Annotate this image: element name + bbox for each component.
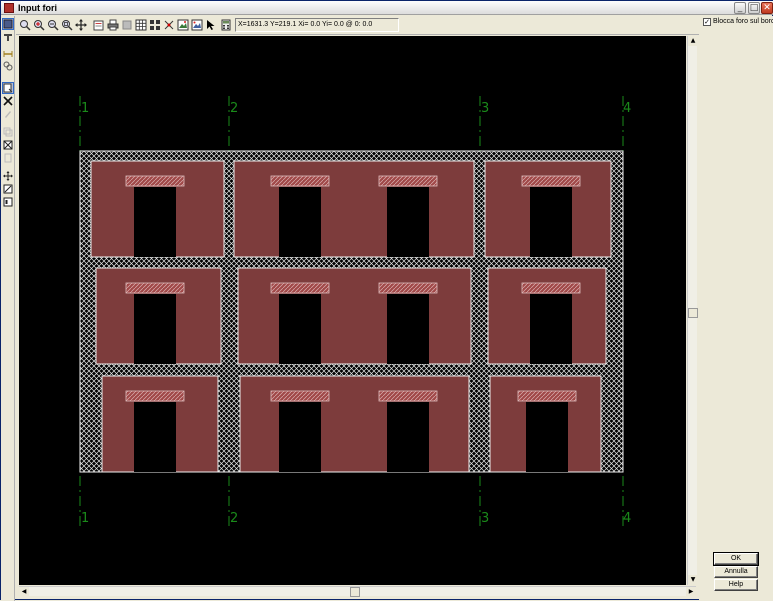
opening[interactable] bbox=[387, 187, 429, 257]
snap-point-icon[interactable] bbox=[163, 19, 175, 31]
horizontal-scrollbar[interactable]: ◀ ▶ bbox=[19, 586, 696, 597]
edit-disabled-icon bbox=[3, 109, 13, 119]
grid-label-2-bottom: 2 bbox=[230, 511, 238, 526]
wall-panel[interactable] bbox=[237, 267, 472, 365]
paste-disabled-icon bbox=[3, 153, 13, 163]
ok-button[interactable]: OK bbox=[713, 552, 759, 566]
lintel[interactable] bbox=[378, 282, 438, 294]
horizontal-scroll-thumb[interactable] bbox=[350, 587, 360, 597]
copy-disabled-icon bbox=[3, 127, 13, 137]
calc-icon[interactable] bbox=[220, 19, 232, 31]
maximize-button[interactable]: □ bbox=[748, 2, 760, 14]
wall-panel[interactable] bbox=[239, 375, 470, 473]
new-opening-icon[interactable] bbox=[2, 82, 14, 94]
drawing-canvas[interactable]: 1 2 3 4 1 2 3 4 bbox=[19, 36, 686, 585]
lintel[interactable] bbox=[270, 282, 330, 294]
lintel[interactable] bbox=[517, 390, 577, 402]
left-toolbar bbox=[1, 16, 15, 601]
grid-label-1-bottom: 1 bbox=[81, 511, 89, 526]
lintel[interactable] bbox=[125, 390, 185, 402]
lock-opening-label[interactable]: Blocca foro sul bordo bbox=[713, 17, 773, 27]
image-icon[interactable] bbox=[177, 19, 189, 31]
opening[interactable] bbox=[387, 294, 429, 364]
opening[interactable] bbox=[134, 187, 176, 257]
right-panel: ✓ Blocca foro sul bordo OK Annulla Help bbox=[699, 16, 773, 601]
zoom-all-icon[interactable] bbox=[61, 19, 73, 31]
opening[interactable] bbox=[279, 402, 321, 472]
level-icon[interactable] bbox=[3, 49, 13, 59]
input-fori-window: Input fori _ □ ✕ X=1631.3 Y=219.1 Xi= 0.… bbox=[0, 0, 773, 601]
grid-label-3-bottom: 3 bbox=[481, 511, 489, 526]
pointer-arrow-icon[interactable] bbox=[205, 19, 217, 31]
cancel-button[interactable]: Annulla bbox=[714, 566, 758, 578]
scroll-right-icon[interactable]: ▶ bbox=[686, 587, 696, 597]
lintel[interactable] bbox=[270, 390, 330, 402]
chain-icon[interactable] bbox=[3, 61, 13, 71]
lintel[interactable] bbox=[378, 390, 438, 402]
lintel[interactable] bbox=[378, 175, 438, 187]
opening[interactable] bbox=[530, 294, 572, 364]
move-icon[interactable] bbox=[3, 171, 13, 181]
lintel[interactable] bbox=[125, 282, 185, 294]
pointer-icon[interactable] bbox=[3, 32, 13, 42]
opening[interactable] bbox=[134, 402, 176, 472]
grid-label-4-top: 4 bbox=[623, 101, 631, 116]
help-button[interactable]: Help bbox=[714, 579, 758, 591]
grid-icon[interactable] bbox=[135, 19, 147, 31]
vertical-scrollbar[interactable]: ▲ ▼ bbox=[687, 36, 698, 585]
zoom-out-icon[interactable] bbox=[47, 19, 59, 31]
grid-label-3-top: 3 bbox=[481, 101, 489, 116]
grid-label-4-bottom: 4 bbox=[623, 511, 631, 526]
print-preview-icon[interactable] bbox=[93, 19, 105, 31]
pan-icon[interactable] bbox=[75, 19, 87, 31]
building-elevation-drawing[interactable]: 1 2 3 4 1 2 3 4 bbox=[19, 36, 686, 585]
opening[interactable] bbox=[526, 402, 568, 472]
title-bar[interactable]: Input fori _ □ ✕ bbox=[1, 1, 773, 15]
zoom-window-icon[interactable] bbox=[19, 19, 31, 31]
coordinates-readout: X=1631.3 Y=219.1 Xi= 0.0 Yi= 0.0 @ 0: 0.… bbox=[235, 18, 399, 32]
snap-icon[interactable] bbox=[149, 19, 161, 31]
delete-icon[interactable] bbox=[3, 96, 13, 106]
grid-label-1-top: 1 bbox=[81, 101, 89, 116]
properties-icon[interactable] bbox=[3, 197, 13, 207]
wall-panel[interactable] bbox=[233, 160, 475, 258]
app-icon bbox=[4, 3, 14, 13]
close-button[interactable]: ✕ bbox=[761, 2, 773, 14]
lintel[interactable] bbox=[521, 282, 581, 294]
minimize-button[interactable]: _ bbox=[734, 2, 746, 14]
select-icon[interactable] bbox=[2, 18, 14, 30]
scroll-up-icon[interactable]: ▲ bbox=[688, 36, 698, 46]
scroll-down-icon[interactable]: ▼ bbox=[688, 575, 698, 585]
resize-icon[interactable] bbox=[3, 184, 13, 194]
lock-opening-checkbox[interactable]: ✓ bbox=[703, 18, 711, 26]
window-title: Input fori bbox=[18, 3, 57, 13]
grid-label-2-top: 2 bbox=[230, 101, 238, 116]
zoom-in-icon[interactable] bbox=[33, 19, 45, 31]
scroll-left-icon[interactable]: ◀ bbox=[19, 587, 29, 597]
top-toolbar: X=1631.3 Y=219.1 Xi= 0.0 Yi= 0.0 @ 0: 0.… bbox=[16, 16, 699, 35]
opening[interactable] bbox=[387, 402, 429, 472]
cross-box-icon[interactable] bbox=[3, 140, 13, 150]
lintel[interactable] bbox=[270, 175, 330, 187]
opening[interactable] bbox=[279, 187, 321, 257]
image2-icon[interactable] bbox=[191, 19, 203, 31]
opening[interactable] bbox=[134, 294, 176, 364]
opening[interactable] bbox=[530, 187, 572, 257]
lintel[interactable] bbox=[125, 175, 185, 187]
opening[interactable] bbox=[279, 294, 321, 364]
lintel[interactable] bbox=[521, 175, 581, 187]
print-icon[interactable] bbox=[107, 19, 119, 31]
vertical-scroll-thumb[interactable] bbox=[688, 308, 698, 318]
blank-icon[interactable] bbox=[121, 19, 133, 31]
